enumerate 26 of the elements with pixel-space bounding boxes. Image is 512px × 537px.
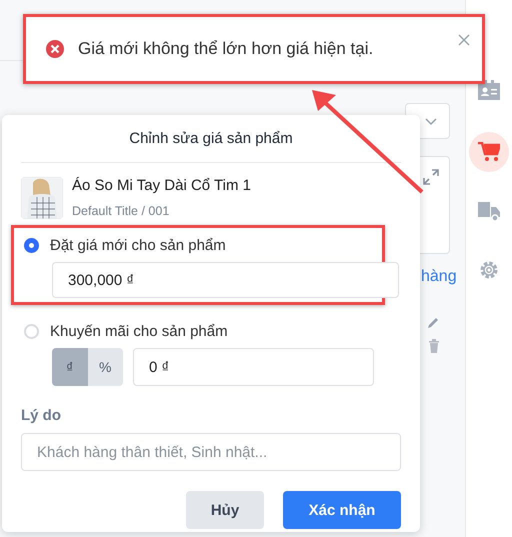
expand-icon[interactable] [423,169,439,185]
cancel-button[interactable]: Hủy [186,491,264,529]
trash-icon[interactable] [428,339,440,353]
confirm-button[interactable]: Xác nhận [283,491,401,529]
price-field[interactable]: 300,000 ₫ [52,262,399,298]
truck-icon [478,202,500,222]
radio-label: Khuyến mãi cho sản phẩm [50,322,228,340]
link[interactable]: hàng [421,268,457,286]
close-icon[interactable] [458,34,470,46]
product-variant: Default Title / 001 [72,204,170,218]
unit-toggle[interactable]: % [88,348,123,386]
reason-field[interactable]: Khách hàng thân thiết, Sinh nhật... [21,433,401,471]
cart-icon [478,142,500,162]
unit-toggle[interactable]: ₫ [52,348,88,386]
dialog-title: Chỉnh sửa giá sản phẩm [128,129,294,149]
discount-field[interactable]: 0 ₫ [133,348,374,386]
settings-icon [478,259,500,281]
product-name: Áo So Mi Tay Dài Cổ Tim 1 [72,177,251,194]
toast-message: Giá mới không thể lớn hơn giá hiện tại. [78,39,374,59]
pencil-icon[interactable] [426,316,440,330]
radio-label: Đặt giá mới cho sản phẩm [50,236,226,254]
error-icon [46,40,64,58]
radio-button[interactable] [24,238,39,252]
field-label: Lý do [21,407,62,424]
chevron-down-icon [425,118,437,126]
sidebar-item[interactable] [469,132,509,172]
